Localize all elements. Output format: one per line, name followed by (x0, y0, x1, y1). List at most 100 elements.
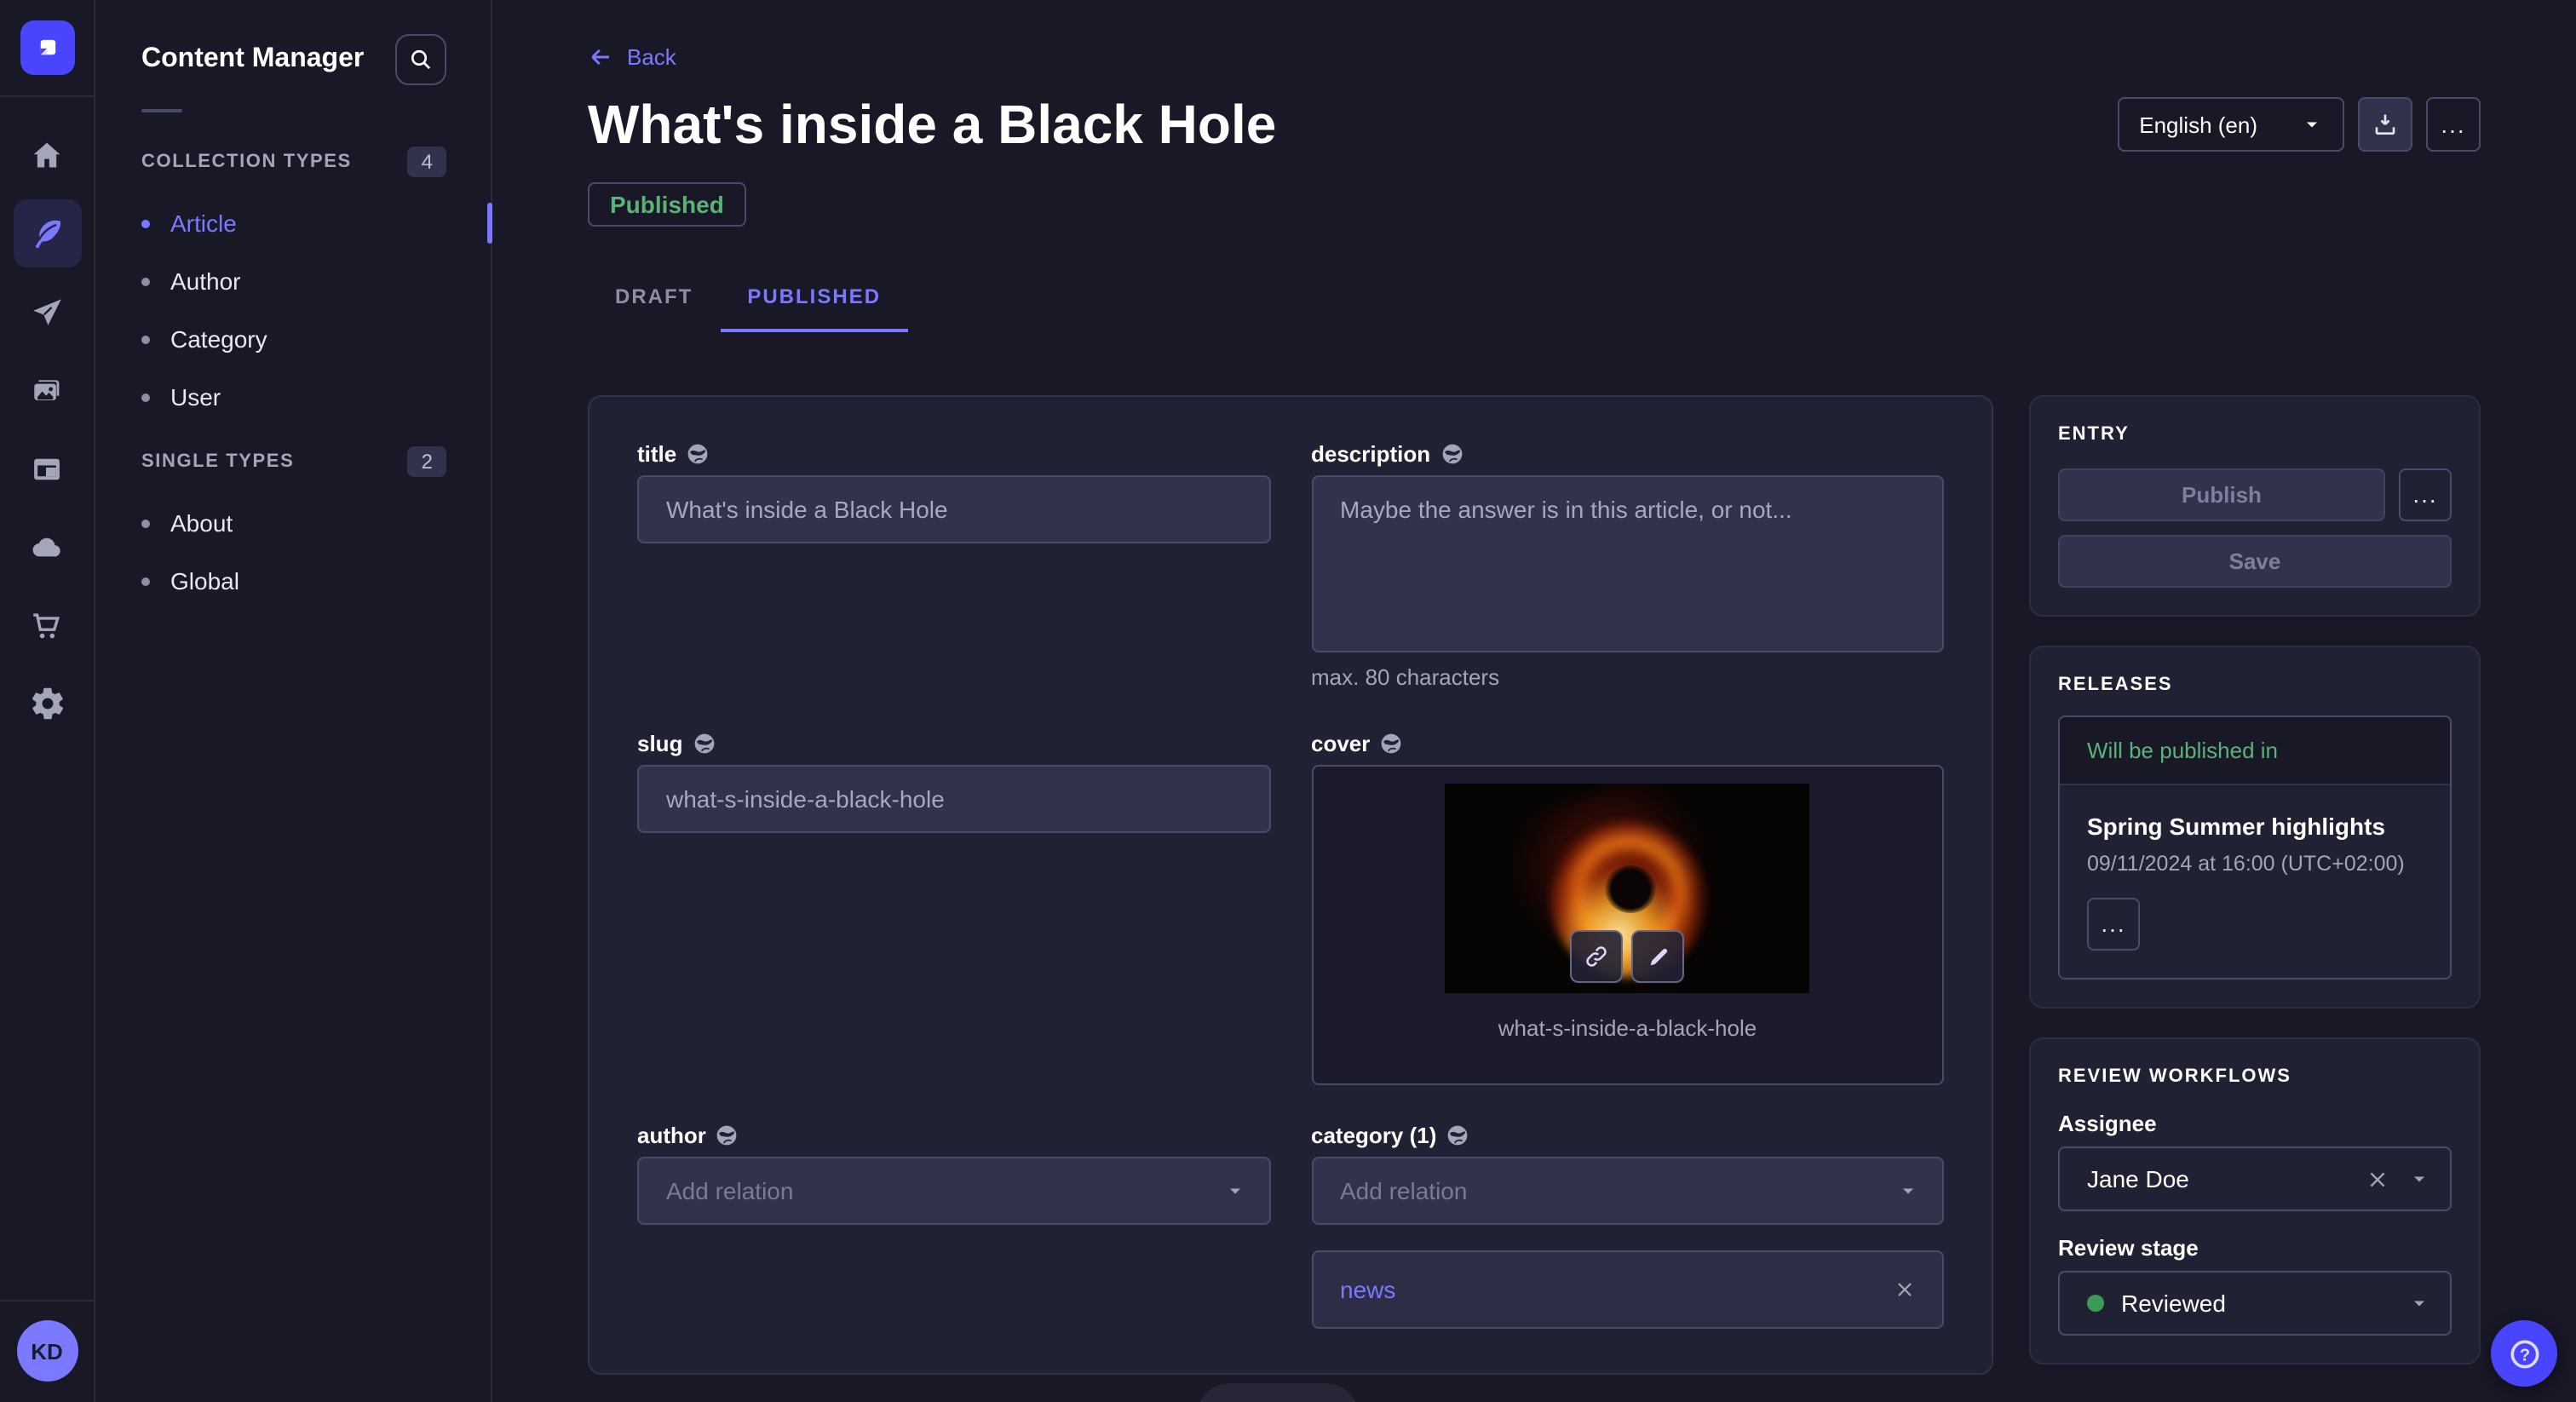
globe-icon (1440, 443, 1463, 465)
bullet-icon (141, 219, 150, 227)
export-button[interactable] (2358, 97, 2412, 152)
sidebar-title: Content Manager (141, 44, 364, 75)
field-title: title (637, 441, 1270, 690)
chevron-down-icon (2409, 1169, 2429, 1189)
field-category: category (1) Add relation news (1311, 1123, 1944, 1329)
meta-sidebar: ENTRY Publish ... Save RELEASES Will be … (2029, 395, 2481, 1365)
globe-icon (716, 1124, 739, 1146)
main-content: Back What's inside a Black Hole English … (492, 0, 2576, 1402)
globe-icon (687, 443, 709, 465)
field-cover: cover (1311, 731, 1944, 1085)
assignee-label: Assignee (2058, 1111, 2452, 1136)
globe-icon (1446, 1124, 1469, 1146)
sidebar-item-about[interactable]: About (141, 494, 446, 552)
single-types-list: About Global (141, 494, 446, 610)
sidebar-item-author[interactable]: Author (141, 252, 446, 310)
content-manager-feather-icon[interactable] (13, 199, 81, 267)
download-icon (2372, 111, 2399, 138)
media-glyph (29, 372, 65, 408)
review-stage-combobox[interactable]: Reviewed (2058, 1271, 2452, 1336)
review-stage-label: Review stage (2058, 1235, 2452, 1261)
remove-relation-button[interactable] (1895, 1279, 1915, 1300)
home-icon[interactable] (13, 121, 81, 189)
globe-icon (693, 733, 715, 755)
paper-plane-icon[interactable] (13, 278, 81, 346)
user-avatar[interactable]: KD (16, 1320, 78, 1382)
sidebar-item-category[interactable]: Category (141, 310, 446, 368)
review-workflows-panel: REVIEW WORKFLOWS Assignee Jane Doe Revie… (2029, 1037, 2481, 1365)
assignee-combobox[interactable]: Jane Doe (2058, 1146, 2452, 1211)
release-more-button[interactable]: ... (2087, 898, 2140, 951)
sidebar-item-user[interactable]: User (141, 368, 446, 426)
relation-item-news: news (1311, 1250, 1944, 1329)
back-link[interactable]: Back (588, 44, 676, 70)
content-manager-sidebar: Content Manager COLLECTION TYPES 4 Artic… (95, 0, 492, 1402)
pencil-icon (1647, 945, 1670, 968)
search-button[interactable] (395, 34, 446, 85)
status-badge: Published (588, 182, 746, 227)
home-glyph (29, 137, 65, 173)
collection-types-label: COLLECTION TYPES (141, 152, 352, 172)
single-types-count: 2 (408, 446, 446, 477)
question-mark-icon: ? (2505, 1335, 2543, 1372)
release-card: Will be published in Spring Summer highl… (2058, 715, 2452, 980)
feather-glyph (28, 215, 66, 252)
release-date: 09/11/2024 at 16:00 (UTC+02:00) (2087, 852, 2423, 876)
collapsed-bottom-panel[interactable] (1196, 1383, 1360, 1402)
app-window: KD Content Manager COLLECTION TYPES 4 Ar… (0, 0, 2576, 1402)
chevron-down-icon (1898, 1181, 1918, 1201)
svg-text:?: ? (2519, 1345, 2529, 1364)
media-library-icon[interactable] (13, 356, 81, 424)
cart-icon[interactable] (13, 591, 81, 659)
rail-bottom: KD (0, 1300, 94, 1402)
save-button[interactable]: Save (2058, 535, 2452, 588)
page-title: What's inside a Black Hole (588, 90, 1276, 158)
review-workflows-title: REVIEW WORKFLOWS (2058, 1066, 2452, 1087)
release-status: Will be published in (2060, 717, 2450, 785)
bullet-icon (141, 577, 150, 585)
title-input[interactable] (637, 475, 1270, 543)
sidebar-item-global[interactable]: Global (141, 552, 446, 610)
header-more-button[interactable]: ... (2426, 97, 2481, 152)
field-description: description Maybe the answer is in this … (1311, 441, 1944, 690)
cloud-icon[interactable] (13, 513, 81, 581)
gear-glyph (28, 685, 66, 722)
bullet-icon (141, 519, 150, 527)
globe-icon (1380, 733, 1402, 755)
tab-draft[interactable]: DRAFT (588, 267, 720, 332)
chevron-down-icon (2409, 1293, 2429, 1313)
gear-icon[interactable] (13, 669, 81, 738)
single-types-label: SINGLE TYPES (141, 451, 294, 472)
cart-glyph (29, 607, 65, 643)
sidebar-item-article[interactable]: Article (141, 194, 446, 252)
publish-button[interactable]: Publish (2058, 468, 2385, 521)
copy-link-button[interactable] (1571, 930, 1624, 983)
cloud-glyph (28, 528, 66, 566)
author-relation-combobox[interactable]: Add relation (637, 1157, 1270, 1225)
tab-published[interactable]: PUBLISHED (720, 267, 908, 332)
bullet-icon (141, 393, 150, 401)
releases-panel-title: RELEASES (2058, 675, 2452, 695)
clear-assignee-button[interactable] (2366, 1168, 2389, 1190)
releases-panel: RELEASES Will be published in Spring Sum… (2029, 646, 2481, 1008)
paper-plane-glyph (29, 294, 65, 330)
cover-actions (1571, 930, 1685, 983)
edit-media-button[interactable] (1632, 930, 1685, 983)
collection-types-count: 4 (408, 147, 446, 177)
locale-select[interactable]: English (en) (2117, 97, 2344, 152)
entry-panel: ENTRY Publish ... Save (2029, 395, 2481, 617)
strapi-logo[interactable] (20, 20, 74, 75)
rail-nav-items (13, 121, 81, 738)
category-relation-combobox[interactable]: Add relation (1311, 1157, 1944, 1225)
cover-filename: what-s-inside-a-black-hole (1498, 1015, 1757, 1041)
help-button[interactable]: ? (2491, 1320, 2557, 1387)
entry-more-button[interactable]: ... (2399, 468, 2452, 521)
search-icon (407, 46, 434, 73)
relation-link-news[interactable]: news (1340, 1276, 1395, 1303)
chevron-down-icon (2302, 114, 2322, 135)
description-textarea[interactable]: Maybe the answer is in this article, or … (1311, 475, 1944, 652)
title-actions: English (en) ... (2117, 97, 2481, 152)
bullet-icon (141, 335, 150, 343)
layout-icon[interactable] (13, 434, 81, 503)
slug-input[interactable] (637, 765, 1270, 833)
